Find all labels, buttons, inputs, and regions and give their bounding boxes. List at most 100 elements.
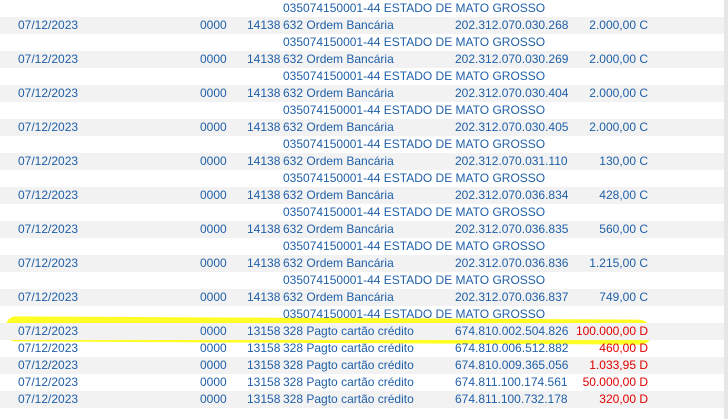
description-row[interactable]: 035074150001-44 ESTADO DE MATO GROSSO	[0, 68, 728, 85]
description-row[interactable]: 035074150001-44 ESTADO DE MATO GROSSO	[0, 34, 728, 51]
value-cell: 749,00 C	[599, 290, 648, 304]
transaction-row[interactable]: 07/12/2023 0000 13158 328 Pagto cartão créd…	[0, 323, 728, 340]
description-text: 035074150001-44 ESTADO DE MATO GROSSO	[283, 239, 546, 253]
batch-cell: 14138	[247, 222, 281, 236]
transaction-row[interactable]: 07/12/2023 0000 14138 632 Ordem Bancária 202…	[0, 221, 728, 238]
transaction-row[interactable]: 07/12/2023 0000 13158 328 Pagto cartão créd…	[0, 357, 728, 374]
date-cell: 07/12/2023	[18, 375, 79, 389]
value-cell: 320,00 D	[599, 392, 648, 406]
description-row[interactable]: 035074150001-44 ESTADO DE MATO GROSSO	[0, 204, 728, 221]
history-code: 632	[283, 154, 304, 168]
description-text: 035074150001-44 ESTADO DE MATO GROSSO	[283, 1, 546, 15]
history-code: 632	[283, 52, 304, 66]
agency-cell: 0000	[200, 18, 227, 32]
description-text: 035074150001-44 ESTADO DE MATO GROSSO	[283, 35, 546, 49]
date-cell: 07/12/2023	[18, 222, 79, 236]
document-cell: 202.312.070.030.269	[455, 52, 569, 66]
history-code: 328	[283, 392, 304, 406]
history-cell: 328 Pagto cartão crédito	[283, 357, 414, 374]
date-cell: 07/12/2023	[18, 341, 79, 355]
history-cell: 632 Ordem Bancária	[283, 221, 394, 238]
description-row[interactable]: 035074150001-44 ESTADO DE MATO GROSSO	[0, 170, 728, 187]
value-cell: 428,00 C	[599, 188, 648, 202]
date-cell: 07/12/2023	[18, 358, 79, 372]
value-cell: 460,00 D	[599, 341, 648, 355]
history-text: Ordem Bancária	[306, 222, 394, 236]
history-cell: 328 Pagto cartão crédito	[283, 340, 414, 357]
value-cell: 130,00 C	[599, 154, 648, 168]
description-text: 035074150001-44 ESTADO DE MATO GROSSO	[283, 103, 546, 117]
batch-cell: 13158	[247, 392, 281, 406]
agency-cell: 0000	[200, 256, 227, 270]
transaction-row[interactable]: 07/12/2023 0000 13158 328 Pagto cartão créd…	[0, 340, 728, 357]
agency-cell: 0000	[200, 392, 227, 406]
agency-cell: 0000	[200, 120, 227, 134]
transaction-row[interactable]: 07/12/2023 0000 14138 632 Ordem Bancária 202…	[0, 85, 728, 102]
batch-cell: 14138	[247, 18, 281, 32]
description-row[interactable]: 035074150001-44 ESTADO DE MATO GROSSO	[0, 306, 728, 323]
description-row[interactable]: 035074150001-44 ESTADO DE MATO GROSSO	[0, 0, 728, 17]
transaction-row[interactable]: 07/12/2023 0000 13158 328 Pagto cartão créd…	[0, 391, 728, 408]
description-row[interactable]: 035074150001-44 ESTADO DE MATO GROSSO	[0, 102, 728, 119]
document-cell: 202.312.070.030.405	[455, 120, 569, 134]
value-cell: 50.000,00 D	[582, 375, 648, 389]
date-cell: 07/12/2023	[18, 290, 79, 304]
transaction-row[interactable]: 07/12/2023 0000 14138 632 Ordem Bancária 202…	[0, 187, 728, 204]
transaction-row[interactable]: 07/12/2023 0000 14138 632 Ordem Bancária 202…	[0, 255, 728, 272]
batch-cell: 13158	[247, 358, 281, 372]
date-cell: 07/12/2023	[18, 324, 79, 338]
history-code: 632	[283, 120, 304, 134]
batch-cell: 14138	[247, 154, 281, 168]
history-cell: 328 Pagto cartão crédito	[283, 374, 414, 391]
description-text: 035074150001-44 ESTADO DE MATO GROSSO	[283, 307, 546, 321]
transaction-row[interactable]: 07/12/2023 0000 13158 328 Pagto cartão créd…	[0, 374, 728, 391]
history-code: 328	[283, 358, 304, 372]
batch-cell: 13158	[247, 375, 281, 389]
agency-cell: 0000	[200, 86, 227, 100]
transaction-row[interactable]: 07/12/2023 0000 14138 632 Ordem Bancária 202…	[0, 17, 728, 34]
history-text: Ordem Bancária	[306, 86, 394, 100]
agency-cell: 0000	[200, 222, 227, 236]
history-text: Pagto cartão crédito	[306, 375, 414, 389]
history-text: Ordem Bancária	[306, 290, 394, 304]
transaction-row[interactable]: 07/12/2023 0000 14138 632 Ordem Bancária 202…	[0, 153, 728, 170]
transaction-row[interactable]: 07/12/2023 0000 14138 632 Ordem Bancária 202…	[0, 51, 728, 68]
value-cell: 100.000,00 D	[575, 324, 648, 338]
history-cell: 632 Ordem Bancária	[283, 153, 394, 170]
history-text: Pagto cartão crédito	[306, 341, 414, 355]
history-code: 632	[283, 188, 304, 202]
document-cell: 202.312.070.030.404	[455, 86, 569, 100]
history-code: 632	[283, 18, 304, 32]
date-cell: 07/12/2023	[18, 18, 79, 32]
value-cell: 560,00 C	[599, 222, 648, 236]
transaction-row[interactable]: 07/12/2023 0000 14138 632 Ordem Bancária 202…	[0, 289, 728, 306]
history-code: 328	[283, 341, 304, 355]
value-cell: 1.215,00 C	[589, 256, 648, 270]
agency-cell: 0000	[200, 375, 227, 389]
batch-cell: 13158	[247, 341, 281, 355]
transaction-row[interactable]: 07/12/2023 0000 14138 632 Ordem Bancária 202…	[0, 119, 728, 136]
agency-cell: 0000	[200, 154, 227, 168]
history-code: 632	[283, 86, 304, 100]
agency-cell: 0000	[200, 341, 227, 355]
description-row[interactable]: 035074150001-44 ESTADO DE MATO GROSSO	[0, 238, 728, 255]
bank-statement-table: 035074150001-44 ESTADO DE MATO GROSSO 07/…	[0, 0, 728, 408]
description-row[interactable]: 035074150001-44 ESTADO DE MATO GROSSO	[0, 136, 728, 153]
document-cell: 202.312.070.036.834	[455, 188, 569, 202]
document-cell: 202.312.070.036.836	[455, 256, 569, 270]
history-cell: 632 Ordem Bancária	[283, 289, 394, 306]
agency-cell: 0000	[200, 290, 227, 304]
agency-cell: 0000	[200, 358, 227, 372]
history-code: 632	[283, 256, 304, 270]
scrollbar-track[interactable]	[724, 0, 728, 419]
batch-cell: 14138	[247, 52, 281, 66]
history-text: Pagto cartão crédito	[306, 324, 414, 338]
value-cell: 2.000,00 C	[589, 52, 648, 66]
description-row[interactable]: 035074150001-44 ESTADO DE MATO GROSSO	[0, 272, 728, 289]
date-cell: 07/12/2023	[18, 188, 79, 202]
document-cell: 674.810.009.365.056	[455, 358, 569, 372]
description-text: 035074150001-44 ESTADO DE MATO GROSSO	[283, 171, 546, 185]
document-cell: 674.811.100.174.561	[455, 375, 568, 389]
document-cell: 202.312.070.036.835	[455, 222, 569, 236]
date-cell: 07/12/2023	[18, 392, 79, 406]
